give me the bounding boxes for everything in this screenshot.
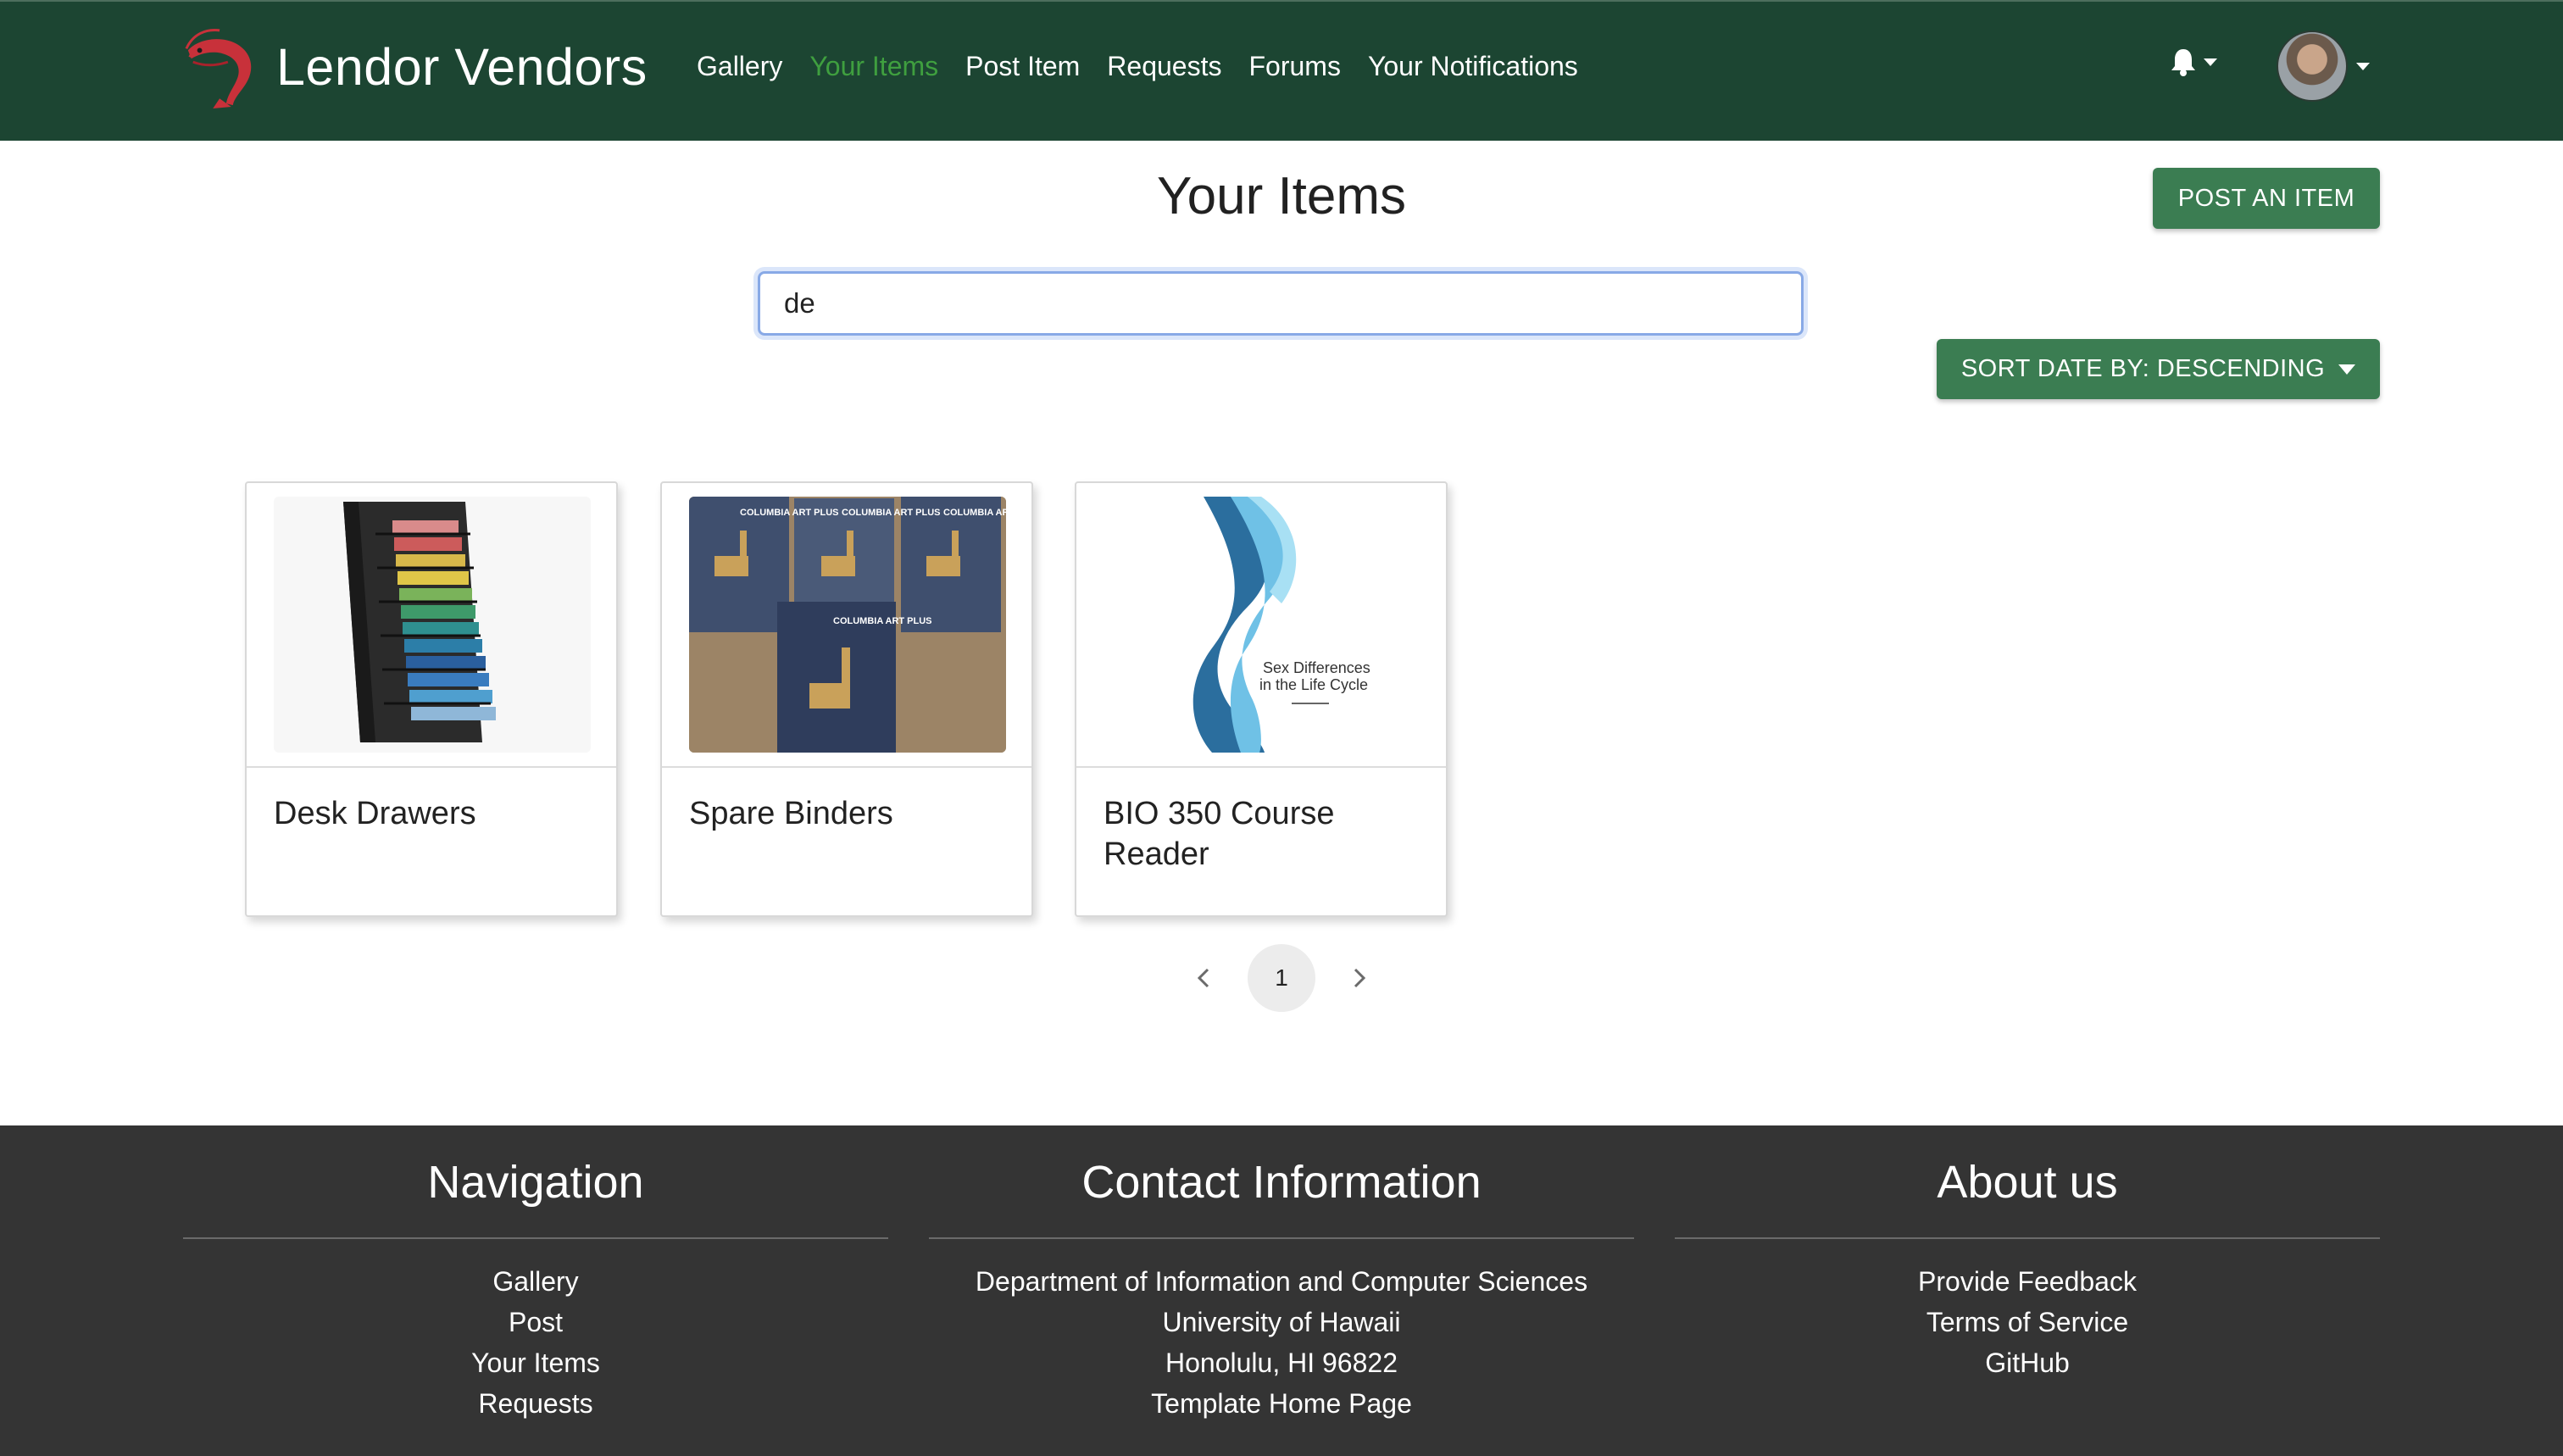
post-an-item-button[interactable]: POST AN ITEM bbox=[2153, 168, 2380, 229]
bell-icon bbox=[2171, 49, 2195, 76]
item-card-spare-binders[interactable]: COLUMBIA ART PLUS COLUMBIA ART PLUS COLU… bbox=[660, 481, 1033, 917]
footer: Navigation Gallery Post Your Items Reque… bbox=[0, 1125, 2563, 1456]
contact-line: Honolulu, HI 96822 bbox=[1165, 1348, 1398, 1378]
footer-divider bbox=[929, 1237, 1634, 1239]
main-nav: Gallery Your Items Post Item Requests Fo… bbox=[697, 44, 1605, 88]
nav-forums[interactable]: Forums bbox=[1248, 44, 1340, 88]
footer-link-terms-of-service[interactable]: Terms of Service bbox=[1675, 1302, 2380, 1342]
footer-heading: Contact Information bbox=[1081, 1157, 1482, 1208]
user-menu[interactable] bbox=[2277, 31, 2370, 102]
footer-heading: About us bbox=[1937, 1157, 2118, 1208]
sort-label: SORT DATE BY: DESCENDING bbox=[1960, 355, 2326, 382]
brand-name: Lendor Vendors bbox=[276, 38, 648, 96]
binder-cover-label: COLUMBIA ART PLUS bbox=[943, 508, 1006, 518]
chevron-right-icon bbox=[1354, 968, 1366, 988]
chevron-down-icon bbox=[2338, 364, 2356, 375]
item-title: Desk Drawers bbox=[274, 796, 476, 831]
item-image bbox=[274, 497, 591, 753]
chevron-left-icon bbox=[1197, 968, 1209, 988]
contact-line: University of Hawaii bbox=[1162, 1307, 1401, 1337]
book-cover-title: in the Life Cycle bbox=[1259, 676, 1368, 693]
sort-date-dropdown[interactable]: SORT DATE BY: DESCENDING bbox=[1937, 339, 2380, 399]
item-image: Sex Differences in the Life Cycle bbox=[1104, 497, 1420, 753]
nav-your-items[interactable]: Your Items bbox=[809, 44, 938, 88]
chevron-down-icon bbox=[2204, 58, 2217, 66]
nav-your-notifications[interactable]: Your Notifications bbox=[1368, 44, 1578, 88]
footer-navigation: Navigation Gallery Post Your Items Reque… bbox=[183, 1153, 888, 1424]
footer-link-gallery[interactable]: Gallery bbox=[183, 1261, 888, 1302]
binder-cover-label: COLUMBIA ART PLUS bbox=[833, 616, 932, 626]
top-navbar: Lendor Vendors Gallery Your Items Post I… bbox=[0, 0, 2563, 141]
footer-divider bbox=[1675, 1237, 2380, 1239]
card-divider bbox=[247, 766, 616, 768]
chevron-down-icon bbox=[2356, 62, 2370, 70]
binder-cover-label: COLUMBIA ART PLUS bbox=[740, 508, 839, 518]
footer-about: About us Provide Feedback Terms of Servi… bbox=[1675, 1153, 2380, 1383]
footer-heading: Navigation bbox=[427, 1157, 644, 1208]
item-title: Spare Binders bbox=[689, 796, 893, 831]
footer-link-github[interactable]: GitHub bbox=[1675, 1342, 2380, 1383]
shrimp-logo-icon bbox=[185, 29, 252, 108]
binder-cover-label: COLUMBIA ART PLUS bbox=[842, 508, 941, 518]
item-card-desk-drawers[interactable]: Desk Drawers bbox=[245, 481, 618, 917]
item-title: BIO 350 Course Reader bbox=[1104, 796, 1335, 872]
pagination: 1 bbox=[1187, 942, 1376, 1014]
footer-link-requests[interactable]: Requests bbox=[183, 1383, 888, 1424]
footer-link-provide-feedback[interactable]: Provide Feedback bbox=[1675, 1261, 2380, 1302]
search-input[interactable]: de bbox=[758, 271, 1804, 336]
footer-link-template-home[interactable]: Template Home Page bbox=[929, 1383, 1634, 1424]
brand-link[interactable]: Lendor Vendors bbox=[181, 20, 648, 114]
page-title: Your Items bbox=[1156, 167, 1407, 225]
page-1-button[interactable]: 1 bbox=[1248, 944, 1315, 1012]
footer-link-your-items[interactable]: Your Items bbox=[183, 1342, 888, 1383]
nav-requests[interactable]: Requests bbox=[1107, 44, 1221, 88]
footer-divider bbox=[183, 1237, 888, 1239]
notifications-dropdown[interactable] bbox=[2170, 47, 2217, 76]
search-input-value: de bbox=[784, 287, 815, 319]
footer-contact: Contact Information Department of Inform… bbox=[929, 1153, 1634, 1424]
contact-line: Department of Information and Computer S… bbox=[975, 1266, 1588, 1297]
item-card-bio-350-course-reader[interactable]: Sex Differences in the Life Cycle BIO 35… bbox=[1075, 481, 1448, 917]
avatar bbox=[2277, 31, 2348, 102]
item-image: COLUMBIA ART PLUS COLUMBIA ART PLUS COLU… bbox=[689, 497, 1006, 753]
footer-link-post[interactable]: Post bbox=[183, 1302, 888, 1342]
previous-page-button[interactable] bbox=[1187, 961, 1220, 995]
book-cover-title: Sex Differences bbox=[1263, 659, 1370, 676]
next-page-button[interactable] bbox=[1343, 961, 1376, 995]
nav-gallery[interactable]: Gallery bbox=[697, 44, 782, 88]
card-divider bbox=[1076, 766, 1446, 768]
card-divider bbox=[662, 766, 1031, 768]
nav-post-item[interactable]: Post Item bbox=[965, 44, 1080, 88]
